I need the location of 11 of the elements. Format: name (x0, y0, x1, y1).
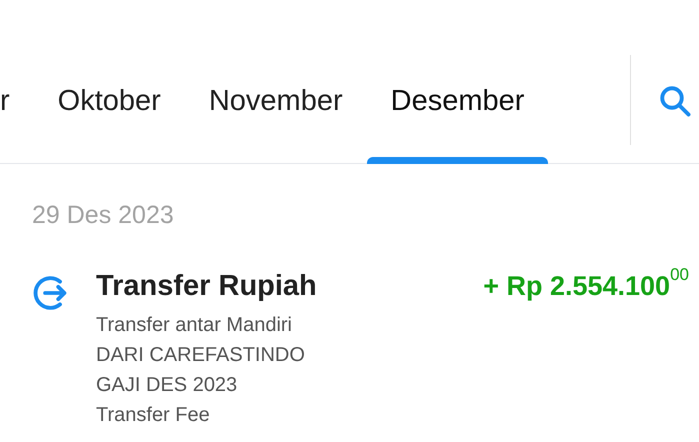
month-tab[interactable]: Oktober (58, 55, 161, 147)
transaction-detail: Transfer Fee (96, 403, 211, 428)
date-heading: 29 Des 2023 (32, 200, 175, 230)
transaction-detail: Transfer antar Mandiri (96, 313, 293, 338)
month-tab[interactable]: r (0, 55, 10, 147)
transaction-amount: + Rp 2.554.100$^{00}$ (483, 268, 689, 303)
month-tab[interactable]: Desember (390, 55, 524, 147)
transaction-detail: DARI CAREFASTINDO (96, 343, 306, 368)
month-tab[interactable]: November (208, 55, 343, 147)
transaction-title: Transfer Rupiah (96, 269, 317, 304)
transaction-detail: GAJI DES 2023 (96, 373, 238, 398)
